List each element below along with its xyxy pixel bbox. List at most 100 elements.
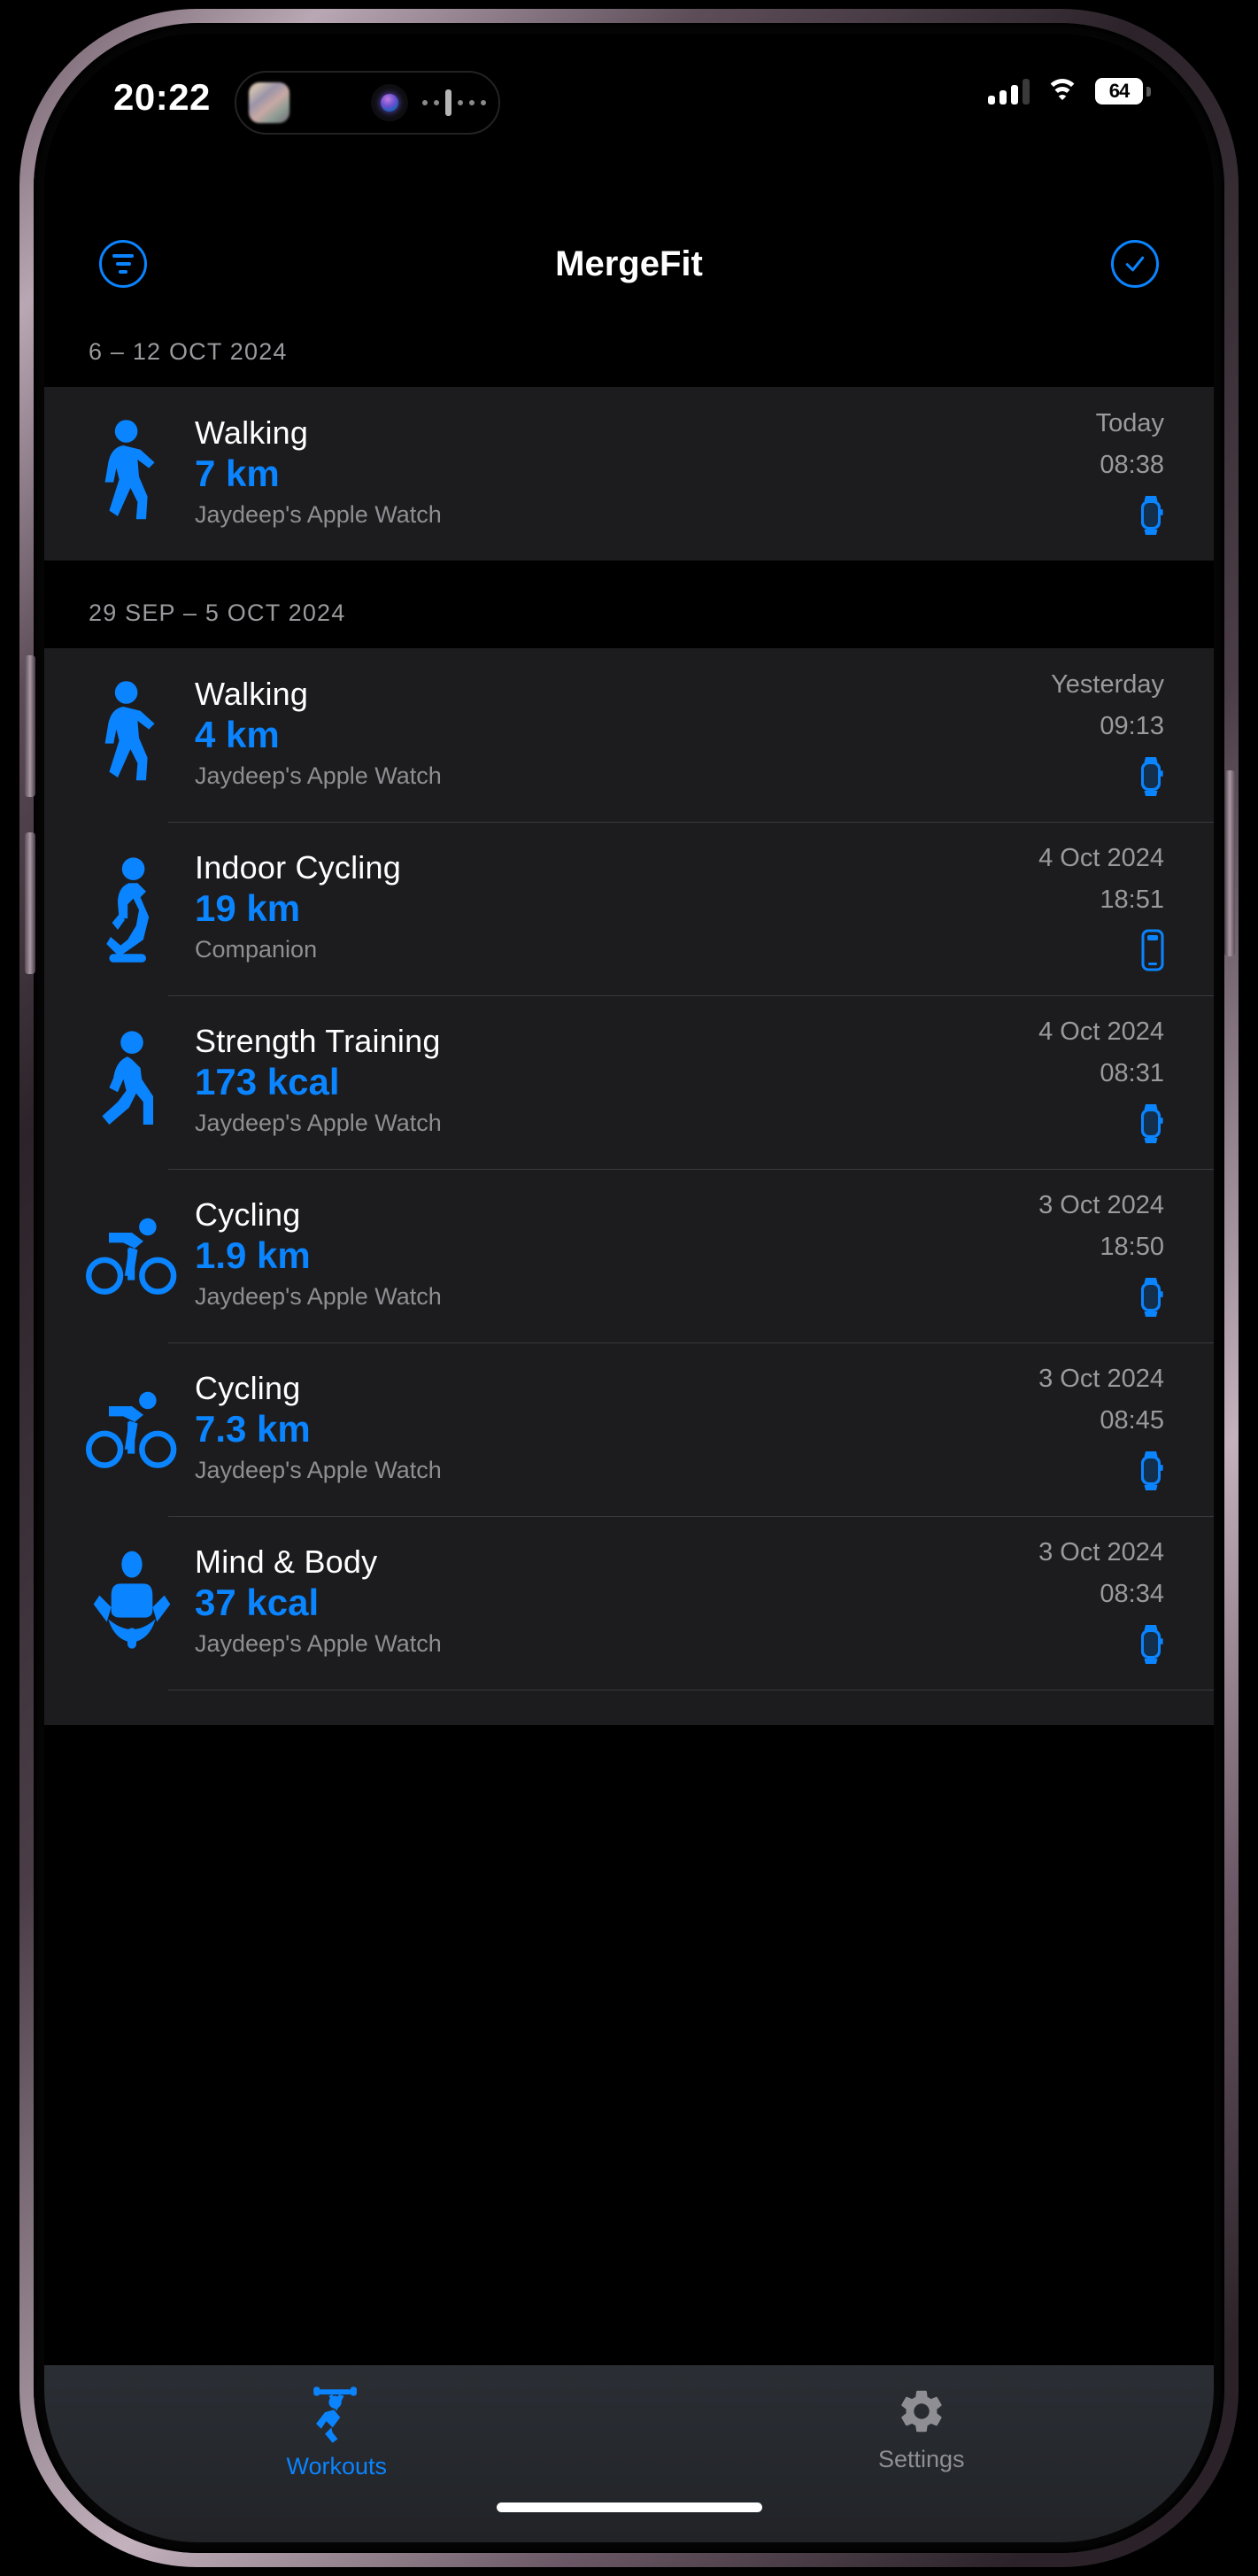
workout-date: Today	[1095, 409, 1164, 437]
workout-time: 08:38	[1100, 451, 1164, 479]
checkmark-circle-icon	[1125, 256, 1145, 272]
tab-bar: Workouts Settings	[44, 2365, 1214, 2542]
workout-source: Jaydeep's Apple Watch	[195, 1456, 442, 1483]
workout-meta: 3 Oct 2024 08:34	[1038, 1538, 1164, 1667]
navigation-bar: MergeFit	[44, 220, 1214, 308]
workout-metric: 4 km	[195, 714, 280, 756]
workout-row[interactable]: Cycling 7.3 km Jaydeep's Apple Watch 3 O…	[44, 1342, 1214, 1516]
workout-metric: 7 km	[195, 453, 280, 495]
signal-bar	[1011, 85, 1018, 104]
volume-up-button[interactable]	[25, 655, 35, 797]
dynamic-island[interactable]	[235, 71, 500, 135]
signal-bar	[1023, 79, 1030, 104]
walking-figure-icon	[83, 678, 181, 792]
done-button[interactable]	[1111, 240, 1159, 288]
workout-activity: Strength Training	[195, 1023, 441, 1060]
apple-watch-icon	[1138, 1101, 1164, 1147]
filter-button[interactable]	[99, 240, 147, 288]
meditation-figure-icon	[83, 1550, 181, 1656]
apple-watch-icon	[1138, 1274, 1164, 1320]
audio-waveform-icon[interactable]	[422, 89, 486, 117]
filter-line	[112, 254, 134, 258]
app-thumbnail-icon[interactable]	[249, 82, 289, 123]
apple-watch-icon	[1138, 1448, 1164, 1494]
workout-activity: Cycling	[195, 1196, 301, 1234]
workout-row[interactable]: Walking 7 km Jaydeep's Apple Watch Today…	[44, 387, 1214, 561]
waveform-bar	[434, 100, 439, 105]
walking-figure-icon	[83, 417, 181, 530]
home-indicator[interactable]	[496, 2503, 762, 2512]
workout-row[interactable]: Cycling 1.9 km Jaydeep's Apple Watch 3 O…	[44, 1169, 1214, 1342]
page-title: MergeFit	[555, 244, 703, 283]
workout-activity: Cycling	[195, 1370, 301, 1407]
workout-details: Strength Training 173 kcal Jaydeep's App…	[181, 1023, 1038, 1141]
workout-activity: Mind & Body	[195, 1543, 378, 1581]
battery-body: 64	[1095, 78, 1143, 104]
section-header: 29 SEP – 5 OCT 2024	[89, 600, 346, 626]
workout-source: Jaydeep's Apple Watch	[195, 762, 442, 789]
indoor-cycling-figure-icon	[83, 852, 181, 965]
strength-training-figure-icon	[83, 1025, 181, 1139]
battery-icon: 64	[1095, 78, 1151, 104]
status-bar-indicators: 64	[988, 78, 1151, 104]
workout-row[interactable]: Walking 4 km Jaydeep's Apple Watch Yeste…	[44, 648, 1214, 822]
workout-row[interactable]: Strength Training 173 kcal Jaydeep's App…	[44, 995, 1214, 1169]
tab-workouts[interactable]: Workouts	[44, 2386, 629, 2480]
workout-row[interactable]: Indoor Cycling 19 km Companion 4 Oct 202…	[44, 822, 1214, 995]
power-button[interactable]	[1224, 770, 1235, 956]
workout-source: Companion	[195, 935, 318, 963]
workout-details: Cycling 1.9 km Jaydeep's Apple Watch	[181, 1196, 1038, 1314]
workout-details: Cycling 7.3 km Jaydeep's Apple Watch	[181, 1370, 1038, 1488]
workout-row-partial[interactable]	[44, 1690, 1214, 1725]
tab-label-settings: Settings	[877, 2446, 965, 2472]
wifi-icon	[1046, 79, 1079, 104]
waveform-bar	[481, 100, 486, 105]
workout-row[interactable]: Mind & Body 37 kcal Jaydeep's Apple Watc…	[44, 1516, 1214, 1690]
phone-frame: 20:22 64 MergeFit 6 – 12 OCT 2024 Walkin…	[19, 9, 1239, 2567]
workout-date: Yesterday	[1051, 670, 1164, 699]
tab-settings[interactable]: Settings	[629, 2386, 1215, 2473]
workout-time: 08:34	[1100, 1580, 1164, 1608]
filter-line	[119, 270, 127, 274]
dynamic-island-right-group	[371, 84, 486, 121]
apple-watch-icon	[1138, 492, 1164, 538]
filter-line	[115, 262, 131, 266]
signal-bar	[988, 96, 995, 104]
status-bar: 20:22 64	[44, 34, 1214, 175]
waveform-bar	[422, 100, 428, 105]
silent-switch[interactable]	[27, 505, 35, 584]
workout-time: 08:31	[1100, 1059, 1164, 1087]
workout-details: Walking 4 km Jaydeep's Apple Watch	[181, 676, 1051, 793]
workout-metric: 37 kcal	[195, 1582, 320, 1624]
volume-down-button[interactable]	[25, 832, 35, 974]
cellular-signal-icon	[988, 78, 1030, 104]
workout-meta: Yesterday 09:13	[1051, 670, 1164, 800]
workout-meta: 4 Oct 2024 18:51	[1038, 844, 1164, 973]
workout-card: Walking 7 km Jaydeep's Apple Watch Today…	[44, 387, 1214, 561]
siri-orb-inner	[381, 94, 398, 112]
workout-meta: 3 Oct 2024 08:45	[1038, 1365, 1164, 1494]
battery-cap	[1146, 87, 1151, 97]
workout-source: Jaydeep's Apple Watch	[195, 1629, 442, 1657]
workout-source: Jaydeep's Apple Watch	[195, 1282, 442, 1310]
iphone-icon	[1141, 927, 1164, 973]
workouts-barbell-figure-icon	[313, 2386, 358, 2443]
waveform-bar	[469, 100, 475, 105]
workout-time: 18:50	[1100, 1233, 1164, 1261]
workout-time: 18:51	[1100, 886, 1164, 914]
siri-orb-icon[interactable]	[371, 84, 408, 121]
workout-meta: 3 Oct 2024 18:50	[1038, 1191, 1164, 1320]
workout-date: 3 Oct 2024	[1038, 1365, 1164, 1393]
cycling-bicycle-icon	[83, 1207, 181, 1304]
wifi-arc	[1057, 95, 1068, 100]
workout-details: Mind & Body 37 kcal Jaydeep's Apple Watc…	[181, 1543, 1038, 1661]
gear-icon	[900, 2390, 942, 2433]
waveform-bar	[458, 100, 463, 105]
workouts-list[interactable]: 6 – 12 OCT 2024 Walking 7 km Jaydeep's A…	[44, 299, 1214, 2365]
workout-metric: 7.3 km	[195, 1408, 311, 1450]
phone-bezel: 20:22 64 MergeFit 6 – 12 OCT 2024 Walkin…	[34, 23, 1224, 2553]
battery-percent-label: 64	[1108, 80, 1131, 102]
apple-watch-icon	[1138, 1621, 1164, 1667]
workout-meta: Today 08:38	[1096, 409, 1164, 538]
workout-time: 09:13	[1100, 712, 1164, 740]
